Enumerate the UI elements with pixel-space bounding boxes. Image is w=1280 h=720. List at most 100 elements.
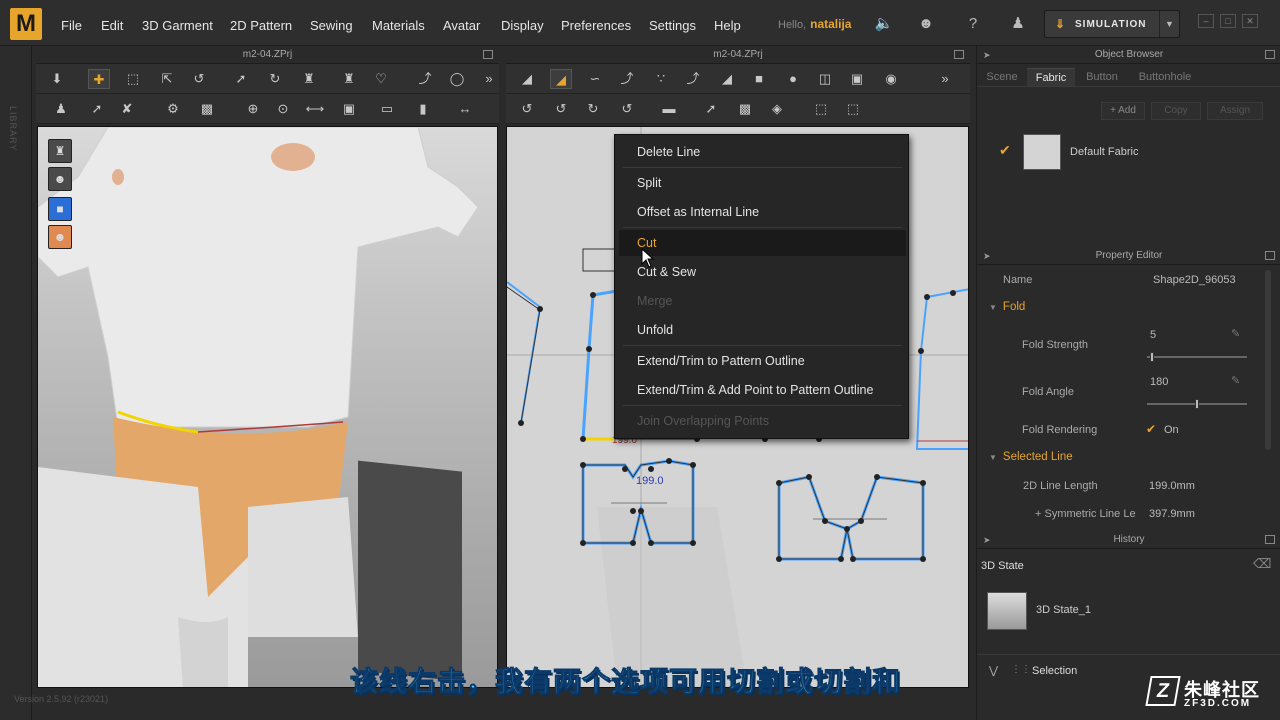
menu-3d-garment[interactable]: 3D Garment [142,18,213,33]
curve-point-icon[interactable]: ∽ [584,69,606,89]
close-icon[interactable]: ✕ [1242,14,1258,28]
transform-icon[interactable]: ✚ [88,69,110,89]
fold-strength-slider-track[interactable] [1147,356,1247,358]
cm-join-overlapping-points[interactable]: Join Overlapping Points [637,414,769,428]
fold-strength-slider-knob[interactable] [1150,352,1154,362]
fabric-name[interactable]: Default Fabric [1070,146,1138,158]
free-sewing-icon[interactable]: ↺ [550,99,572,119]
tape-pattern-icon[interactable]: ▬ [658,99,680,119]
transform-pattern-icon[interactable]: ◢ [516,69,538,89]
simulation-button[interactable]: ⇓ SIMULATION ▼ [1044,10,1180,38]
garment-icon[interactable]: ♜ [298,69,320,89]
fold-rendering-checkbox[interactable]: ✔ [1146,422,1156,436]
pin-icon[interactable]: ➤ [983,531,991,549]
fabric-display-icon[interactable]: ■ [48,197,72,221]
menu-display[interactable]: Display [501,18,544,33]
add-fabric-button[interactable]: + Add [1101,102,1145,120]
polygon-icon[interactable]: ◢ [716,69,738,89]
minimize-icon[interactable]: – [1198,14,1214,28]
assign-fabric-button[interactable]: Assign [1207,102,1263,120]
tab-button[interactable]: Button [1077,68,1127,86]
cm-split[interactable]: Split [637,176,661,190]
history-thumbnail[interactable] [987,592,1027,630]
select-box-icon[interactable]: ⬚ [122,69,144,89]
cm-extend-trim-add-point[interactable]: Extend/Trim & Add Point to Pattern Outli… [637,383,873,397]
line-icon[interactable]: ⟷ [304,99,326,119]
pin-icon[interactable]: ➤ [983,247,991,265]
garment-visibility-icon[interactable]: ♜ [48,139,72,163]
history-item-label[interactable]: 3D State_1 [1036,604,1091,616]
avatar-visibility-icon[interactable]: ☻ [48,167,72,191]
menu-materials[interactable]: Materials [372,18,425,33]
menu-preferences[interactable]: Preferences [561,18,631,33]
button-select-icon[interactable]: ⊙ [272,99,294,119]
edit-curve-icon[interactable]: ➚ [230,69,252,89]
cm-extend-trim[interactable]: Extend/Trim to Pattern Outline [637,354,805,368]
selected-line-section[interactable]: ▼ Selected Line [989,451,1073,463]
shirt-icon[interactable]: ♜ [338,69,360,89]
pin2d-icon[interactable]: ➚ [700,99,722,119]
pencil-icon[interactable]: ✎ [1231,327,1240,340]
pin-box-icon[interactable]: ✘ [116,99,138,119]
name-value[interactable]: Shape2D_96053 [1153,274,1236,286]
menu-2d-pattern[interactable]: 2D Pattern [230,18,292,33]
cm-unfold[interactable]: Unfold [637,323,673,337]
menu-file[interactable]: File [61,18,82,33]
cut-point-icon[interactable]: ⤴ [682,69,704,89]
avatar-settings-icon[interactable]: ♟ [1008,14,1028,34]
measure-icon[interactable]: ⤴ [414,69,436,89]
cm-offset-internal-line[interactable]: Offset as Internal Line [637,205,759,219]
copy-fabric-button[interactable]: Copy [1151,102,1201,120]
fold-arrange-icon[interactable]: ↺ [188,69,210,89]
trace-icon[interactable]: ⬚ [842,99,864,119]
tab-fabric[interactable]: Fabric [1027,68,1075,86]
rectangle-icon[interactable]: ■ [748,69,770,89]
menu-settings[interactable]: Settings [649,18,696,33]
edit-pattern-icon[interactable]: ◢ [550,69,572,89]
more-icon[interactable]: » [482,69,496,89]
cm-merge[interactable]: Merge [637,294,672,308]
jacket-icon[interactable]: ♡ [370,69,392,89]
tab-buttonhole[interactable]: Buttonhole [1129,68,1201,86]
fold-angle-value[interactable]: 180 [1150,376,1168,388]
help-icon[interactable]: ? [963,14,983,34]
multi-sewing-icon[interactable]: ↻ [582,99,604,119]
zipper-icon[interactable]: ▣ [338,99,360,119]
maximize-icon[interactable] [1265,251,1275,260]
menu-avatar[interactable]: Avatar [443,18,480,33]
tack-icon[interactable]: ⚙ [162,99,184,119]
library-strip[interactable]: LIBRARY [0,46,32,720]
button-icon[interactable]: ⊕ [242,99,264,119]
property-scrollbar[interactable] [1265,270,1271,450]
line-length-value[interactable]: 199.0mm [1149,480,1195,492]
speaker-icon[interactable]: 🔈 [874,14,894,34]
maximize-icon[interactable] [1265,535,1275,544]
trash-icon[interactable]: ⌫ [1253,556,1271,572]
edit-sewing-icon[interactable]: ↺ [616,99,638,119]
cm-delete-line[interactable]: Delete Line [637,145,700,159]
maximize-icon[interactable] [954,50,964,59]
pin-icon[interactable]: ➤ [983,46,991,64]
texture-icon[interactable]: ▩ [196,99,218,119]
segment-sewing-icon[interactable]: ↺ [516,99,538,119]
notch-icon[interactable]: ⬚ [810,99,832,119]
view3d-viewport[interactable]: ♜ ☻ ■ ☻ [37,126,498,688]
collapse-icon[interactable]: ⋁ [989,664,998,677]
internal-rect-icon[interactable]: ▣ [846,69,868,89]
fold-section[interactable]: ▼ Fold [989,301,1025,313]
menu-edit[interactable]: Edit [101,18,123,33]
tape2-icon[interactable]: ▮ [412,99,434,119]
fold-icon[interactable]: ↻ [264,69,286,89]
maximize-icon[interactable] [483,50,493,59]
circle-icon[interactable]: ● [782,69,804,89]
avatar-pose-icon[interactable]: ♟ [50,99,72,119]
fold-angle-slider-knob[interactable] [1195,399,1199,409]
menu-help[interactable]: Help [714,18,741,33]
tab-scene[interactable]: Scene [979,68,1025,86]
more-icon[interactable]: » [938,69,952,89]
down-arrow-icon[interactable]: ⬇ [46,69,68,89]
select-mesh-icon[interactable]: ⇱ [156,69,178,89]
internal-circle-icon[interactable]: ◉ [880,69,902,89]
add-point-icon[interactable]: ∵ [650,69,672,89]
edit-curvature-icon[interactable]: ⤴ [616,69,638,89]
